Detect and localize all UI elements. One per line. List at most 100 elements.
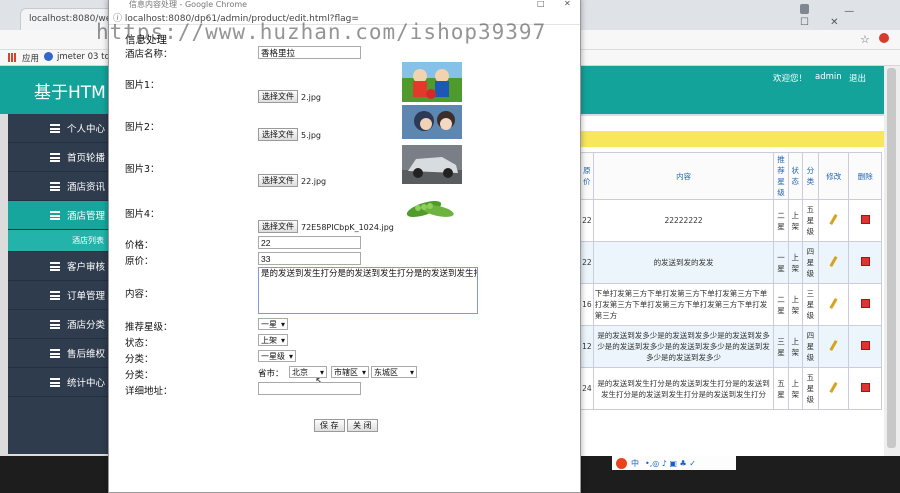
save-button[interactable]: 保 存 <box>314 419 345 432</box>
sidebar-item-hotel-manage[interactable]: 酒店管理 <box>8 201 108 230</box>
menu-icon <box>50 291 60 300</box>
sidebar-item-customer-review[interactable]: 客户审核 <box>8 252 108 281</box>
sidebar-item-label: 客户审核 <box>67 262 106 273</box>
district-select[interactable]: 东城区 ▾ <box>371 366 417 378</box>
edit-pencil-icon[interactable] <box>829 213 838 226</box>
sidebar-item-statistics[interactable]: 统计中心 <box>8 368 108 397</box>
table-row: 24 是的发送到发生打分是的发送到发生打分是的发送到发生打分是的发送到发生打分是… <box>580 367 882 410</box>
menu-icon <box>50 320 60 329</box>
cell-category: 五星级 <box>801 199 820 242</box>
menu-icon <box>50 182 60 191</box>
content-textarea[interactable]: 是的发送到发生打分是的发送到发生打分是的发送到发生打分是的发送到发生打分是的发送… <box>258 267 478 314</box>
image2-filename: 5.jpg <box>301 131 322 140</box>
delete-icon[interactable] <box>860 257 870 266</box>
edit-pencil-icon[interactable] <box>829 339 838 352</box>
ime-toolbar[interactable]: 中 •,◎ ♪ ▣ ♣ ✓ <box>612 456 736 470</box>
user-icon[interactable] <box>800 4 809 14</box>
sidebar-item-after-sales[interactable]: 售后维权 <box>8 339 108 368</box>
status-select[interactable]: 上架 ▾ <box>258 334 288 346</box>
original-price-input[interactable] <box>258 252 361 265</box>
image1-label: 图片1： <box>125 80 160 91</box>
sidebar-item-hotel-category[interactable]: 酒店分类 <box>8 310 108 339</box>
ime-tools-icon[interactable]: •,◎ ♪ ▣ ♣ ✓ <box>645 459 696 468</box>
delete-icon[interactable] <box>860 341 870 350</box>
address-input[interactable] <box>258 382 361 395</box>
popup-close-icon[interactable]: ✕ <box>564 0 571 8</box>
star-icon[interactable]: ☆ <box>860 33 870 46</box>
ime-mode[interactable]: 中 <box>631 458 639 469</box>
image3-choose-button[interactable]: 选择文件 <box>258 174 298 187</box>
category-label: 分类： <box>125 354 154 365</box>
page-scrollbar[interactable] <box>884 66 900 456</box>
dropdown-arrow-icon: ▾ <box>288 351 293 361</box>
watermark-text: https://www.huzhan.com/ishop39397 <box>96 20 547 44</box>
col-header-delete: 删除 <box>848 152 882 200</box>
image3-preview <box>402 145 462 184</box>
cell-delete <box>848 367 882 410</box>
col-header-category: 分类 <box>801 152 820 200</box>
sidebar-item-label: 酒店列表 <box>72 236 104 245</box>
image4-choose-button[interactable]: 选择文件 <box>258 220 298 233</box>
close-icon[interactable]: ✕ <box>830 17 838 28</box>
sidebar-item-orders[interactable]: 订单管理 <box>8 281 108 310</box>
cell-star: 一星 <box>773 241 789 284</box>
sidebar-item-label: 个人中心 <box>67 124 106 135</box>
cell-edit <box>818 241 850 284</box>
sidebar-item-label: 统计中心 <box>67 378 106 389</box>
cell-star: 二星 <box>773 199 789 242</box>
sogou-icon[interactable] <box>616 457 627 469</box>
minimize-icon[interactable]: — <box>844 6 854 17</box>
hotel-name-input[interactable] <box>258 46 361 59</box>
popup-window-title: 信息内容处理 - Google Chrome <box>129 0 248 9</box>
recommend-star-label: 推荐星级： <box>125 322 173 333</box>
sidebar-item-label: 酒店分类 <box>67 320 106 331</box>
popup-minimize-icon[interactable]: □ <box>537 0 545 8</box>
address-label: 详细地址： <box>125 386 173 397</box>
edit-pencil-icon[interactable] <box>829 255 838 268</box>
cell-price: 22 <box>580 241 594 284</box>
extension-icon[interactable] <box>879 33 889 43</box>
cell-star: 二星 <box>773 283 789 326</box>
apps-icon[interactable] <box>8 53 17 62</box>
city-select[interactable]: 市辖区 ▾ <box>331 366 369 378</box>
image4-preview <box>402 189 462 225</box>
welcome-text: 欢迎您！ <box>773 74 808 84</box>
category-select[interactable]: 一星级 ▾ <box>258 350 296 362</box>
col-header-edit: 修改 <box>818 152 850 200</box>
image2-choose-button[interactable]: 选择文件 <box>258 128 298 141</box>
window-controls: — ☐ ✕ <box>800 4 900 28</box>
image4-filename: 72E58PICbpK_1024.jpg <box>301 223 394 232</box>
price-input[interactable] <box>258 236 361 249</box>
edit-pencil-icon[interactable] <box>829 381 838 394</box>
delete-icon[interactable] <box>860 383 870 392</box>
delete-icon[interactable] <box>860 299 870 308</box>
sidebar-item-label: 酒店资讯 <box>67 182 106 193</box>
cell-edit <box>818 199 850 242</box>
cell-star: 三星 <box>773 325 789 368</box>
cell-price: 24 <box>580 367 594 410</box>
cell-category: 五星级 <box>801 367 820 410</box>
maximize-icon[interactable]: ☐ <box>800 17 809 28</box>
cell-delete <box>848 325 882 368</box>
edit-popup-window: 信息内容处理 - Google Chrome □ ✕ ⓘ localhost:8… <box>108 0 581 493</box>
city-value: 市辖区 <box>334 367 358 377</box>
recommend-star-select[interactable]: 一星 ▾ <box>258 318 288 330</box>
menu-icon <box>50 262 60 271</box>
image1-choose-button[interactable]: 选择文件 <box>258 90 298 103</box>
scrollbar-thumb[interactable] <box>887 68 896 448</box>
edit-pencil-icon[interactable] <box>829 297 838 310</box>
recommend-star-value: 一星 <box>261 319 277 329</box>
sidebar-item-news[interactable]: 酒店资讯 <box>8 172 108 201</box>
sidebar-item-profile[interactable]: 个人中心 <box>8 114 108 143</box>
info-icon <box>44 52 53 61</box>
hotel-table: 原价 内容 推荐星级 状态 分类 修改 删除 22 22222222 二星 上架… <box>580 152 882 410</box>
cell-category: 四星级 <box>801 241 820 284</box>
logout-link[interactable]: 退出 <box>849 72 866 84</box>
sidebar-subitem-hotel-list[interactable]: 酒店列表 <box>8 230 108 252</box>
close-button[interactable]: 关 闭 <box>347 419 378 432</box>
status-value: 上架 <box>261 335 277 345</box>
delete-icon[interactable] <box>860 215 870 224</box>
sidebar-item-carousel[interactable]: 首页轮播 <box>8 143 108 172</box>
bookmark-apps[interactable]: 应用 <box>22 52 39 64</box>
cell-status: 上架 <box>787 367 803 410</box>
